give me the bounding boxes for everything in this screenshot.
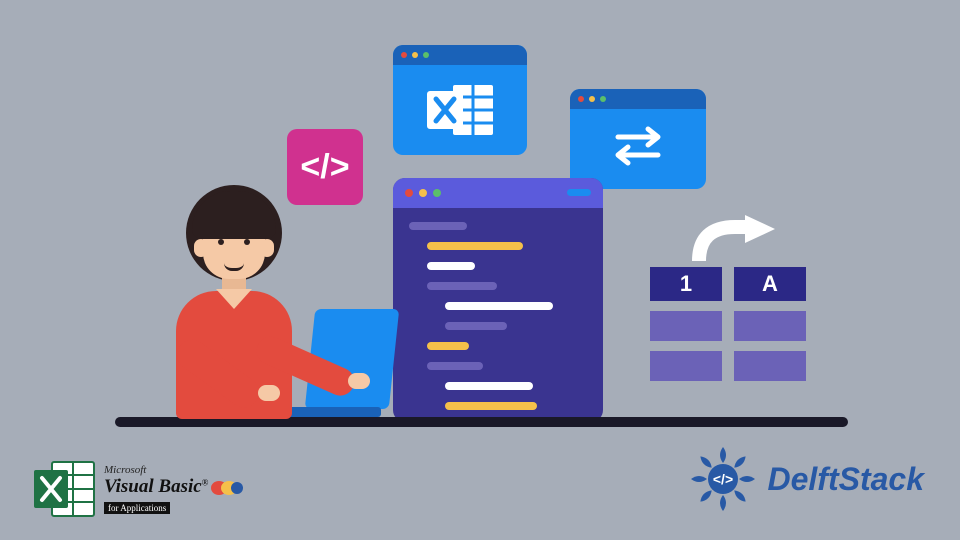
cell [650,311,722,341]
cell [650,351,722,381]
cell [734,351,806,381]
vba-swoosh-icon [209,479,243,497]
excel-x-icon [425,83,495,137]
code-line [445,402,537,410]
code-line [427,362,483,370]
window-dot [423,52,429,58]
window-dot [419,189,427,197]
code-line [427,262,475,270]
vba-visualbasic-label: Visual Basic [104,476,202,497]
window-dot [600,96,606,102]
curved-arrow-icon [685,215,781,273]
code-line [409,222,467,230]
code-line [427,342,469,350]
code-editor-window [393,178,603,422]
svg-text:</>: </> [712,471,732,487]
cell-row [650,351,830,381]
cell [734,311,806,341]
vba-tm: ® [202,478,209,488]
window-dot [589,96,595,102]
vba-logo: Microsoft Visual Basic® for Applications [104,464,252,512]
window-dot [578,96,584,102]
excel-window [393,45,527,155]
delftstack-logo: </> DelftStack [688,444,925,514]
code-body [393,208,603,422]
code-line [445,322,507,330]
code-line [427,282,497,290]
person-illustration [140,167,340,417]
column-cells: 1 A [650,267,830,391]
vba-microsoft-label: Microsoft [104,464,252,476]
excel-logo-icon [32,458,96,520]
swap-arrows-icon [610,123,666,169]
code-line [445,302,553,310]
cell-header-row: 1 A [650,267,830,301]
illustration-scene: </> 1 A [0,0,960,540]
vba-forapps-label: for Applications [104,502,170,514]
window-bar [567,189,591,196]
delftstack-label: DelftStack [768,461,925,498]
window-titlebar [393,45,527,65]
window-dot [412,52,418,58]
cell-header: A [734,267,806,301]
cell-header: 1 [650,267,722,301]
code-line [445,382,533,390]
window-dot [401,52,407,58]
code-line [427,242,523,250]
window-dot [405,189,413,197]
window-titlebar [393,178,603,208]
cell-row [650,311,830,341]
window-titlebar [570,89,706,109]
delftstack-emblem-icon: </> [688,444,758,514]
transfer-window [570,89,706,189]
window-dot [433,189,441,197]
